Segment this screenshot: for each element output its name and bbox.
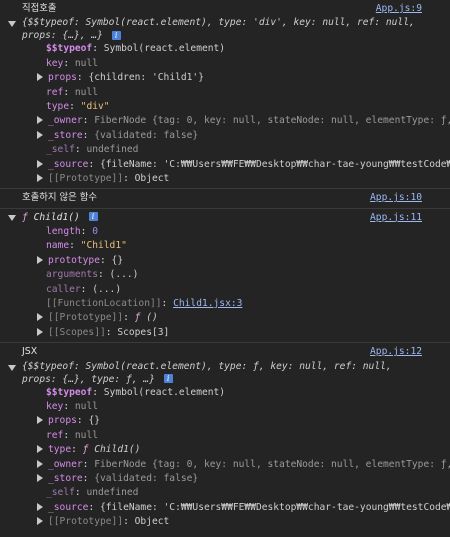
info-icon: i	[163, 374, 173, 384]
property-row-expandable[interactable]: [[Prototype]]: Object	[0, 172, 450, 186]
property-row: _self: undefined	[46, 144, 139, 156]
object-preview-text: {$$typeof: Symbol(react.element), type: …	[22, 360, 392, 385]
log-message-row: 호출하지 않은 함수 App.js:10	[0, 191, 450, 205]
property-row: $$typeof: Symbol(react.element)	[46, 386, 226, 398]
expand-caret-icon[interactable]	[37, 159, 43, 168]
property-row-lazy[interactable]: caller: (...)	[0, 283, 450, 297]
property-row: [[FunctionLocation]]: Child1.jsx:3	[46, 298, 243, 310]
expand-caret-icon[interactable]	[37, 459, 43, 468]
expand-caret-icon[interactable]	[37, 116, 43, 125]
info-icon: i	[88, 212, 98, 222]
devtools-console: 직접호출 App.js:9 {$$typeof: Symbol(react.el…	[0, 0, 450, 537]
property-row: key: null	[46, 400, 98, 412]
expand-caret-icon[interactable]	[37, 73, 43, 82]
expand-caret-icon[interactable]	[37, 313, 43, 322]
expand-caret-icon[interactable]	[37, 445, 43, 454]
console-entry-uncalled-function: 호출하지 않은 함수 App.js:10	[0, 189, 450, 209]
object-preview-text: {$$typeof: Symbol(react.element), type: …	[22, 17, 415, 42]
property-row: ref: null	[46, 86, 98, 98]
property-row: length: 0	[46, 226, 98, 238]
property-row-expandable[interactable]: props: {}	[0, 414, 450, 428]
property-row-expandable[interactable]: _source: {fileName: 'C:₩₩Users₩₩FE₩₩Desk…	[0, 158, 450, 172]
property-row-expandable[interactable]: [[Prototype]]: ƒ ()	[0, 311, 450, 325]
source-link[interactable]: App.js:12	[370, 345, 422, 359]
source-link[interactable]: App.js:11	[370, 211, 422, 225]
property-row-expandable[interactable]: props: {children: 'Child1'}	[0, 71, 450, 85]
property-row-expandable[interactable]: _owner: FiberNode {tag: 0, key: null, st…	[0, 114, 450, 128]
property-row: _self: undefined	[46, 487, 139, 499]
log-message-row: JSX App.js:12	[0, 345, 450, 359]
log-message: 호출하지 않은 함수	[22, 192, 97, 204]
property-row-expandable[interactable]: _store: {validated: false}	[0, 472, 450, 486]
property-row: key: null	[46, 57, 98, 69]
console-entry-function-object: ƒ Child1() i App.js:11 length: 0 name: "…	[0, 209, 450, 344]
log-message: JSX	[22, 346, 38, 358]
object-preview[interactable]: ƒ Child1() i App.js:11	[0, 211, 450, 225]
log-message: 직접호출	[22, 3, 57, 14]
console-entry-direct-call: 직접호출 App.js:9 {$$typeof: Symbol(react.el…	[0, 0, 450, 190]
property-row-expandable[interactable]: type: ƒ Child1()	[0, 443, 450, 457]
property-row: type: "div"	[46, 100, 110, 112]
object-preview[interactable]: {$$typeof: Symbol(react.element), type: …	[0, 360, 450, 386]
function-location-link[interactable]: Child1.jsx:3	[173, 298, 242, 309]
expand-caret-icon[interactable]	[37, 502, 43, 511]
property-row-expandable[interactable]: [[Prototype]]: Object	[0, 515, 450, 529]
log-message-row: 직접호출 App.js:9	[0, 2, 450, 16]
console-entry-jsx: JSX App.js:12 {$$typeof: Symbol(react.el…	[0, 343, 450, 531]
property-row-expandable[interactable]: _owner: FiberNode {tag: 0, key: null, st…	[0, 458, 450, 472]
expand-caret-icon[interactable]	[8, 364, 16, 371]
property-row-expandable[interactable]: prototype: {}	[0, 254, 450, 268]
expand-caret-icon[interactable]	[37, 327, 43, 336]
property-row-expandable[interactable]: _store: {validated: false}	[0, 129, 450, 143]
expand-caret-icon[interactable]	[8, 21, 16, 28]
expand-caret-icon[interactable]	[37, 255, 43, 264]
property-row-expandable[interactable]: [[Scopes]]: Scopes[3]	[0, 326, 450, 340]
object-preview[interactable]: {$$typeof: Symbol(react.element), type: …	[0, 16, 450, 42]
expand-caret-icon[interactable]	[37, 173, 43, 182]
expand-caret-icon[interactable]	[37, 517, 43, 526]
property-row: ref: null	[46, 429, 98, 441]
property-row: name: "Child1"	[46, 240, 127, 252]
expand-caret-icon[interactable]	[37, 130, 43, 139]
source-link[interactable]: App.js:10	[370, 191, 422, 205]
property-row-lazy[interactable]: arguments: (...)	[0, 268, 450, 282]
info-icon: i	[111, 30, 121, 40]
property-row: $$typeof: Symbol(react.element)	[46, 43, 226, 55]
expand-caret-icon[interactable]	[37, 416, 43, 425]
property-row-expandable[interactable]: _source: {fileName: 'C:₩₩Users₩₩FE₩₩Desk…	[0, 501, 450, 515]
function-name: Child1()	[33, 211, 80, 223]
expand-caret-icon[interactable]	[37, 473, 43, 482]
expand-caret-icon[interactable]	[8, 214, 16, 221]
source-link[interactable]: App.js:9	[376, 2, 422, 16]
